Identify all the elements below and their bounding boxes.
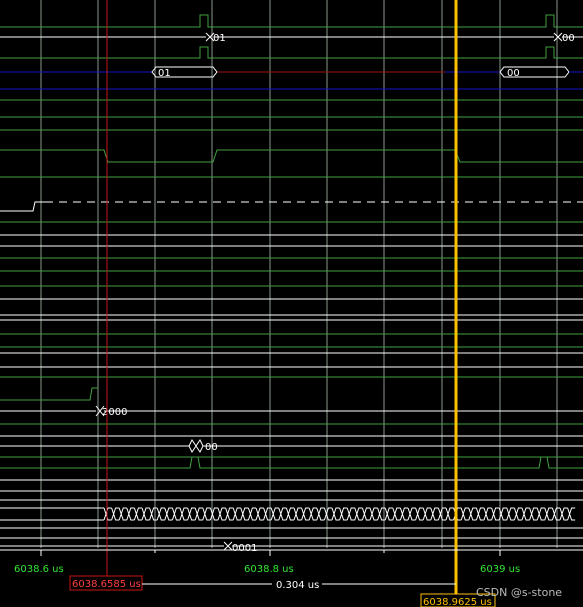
bus-value-row1-a: 01 xyxy=(213,33,226,44)
bus-value-row1-b: 00 xyxy=(562,33,575,44)
cursor-delta: 0.304 us xyxy=(276,580,319,591)
waveform-background xyxy=(0,0,583,607)
bus-value-2000: 2000 xyxy=(102,407,127,418)
cursor-a-time: 6038.6585 us xyxy=(72,579,141,590)
timeline-tick-label: 6039 us xyxy=(480,564,520,575)
waveform-viewer[interactable]: 01 00 01 00 2000 00 0001 6038.6 us 6038.… xyxy=(0,0,583,607)
bus-value-row2-b: 00 xyxy=(507,68,520,79)
bus-value-0001: 0001 xyxy=(232,543,257,554)
watermark: CSDN @s-stone xyxy=(476,586,562,599)
timeline-tick-label: 6038.8 us xyxy=(244,564,294,575)
bus-value-row2-a: 01 xyxy=(158,68,171,79)
timeline-tick-label: 6038.6 us xyxy=(14,564,64,575)
bus-value-00: 00 xyxy=(205,442,218,453)
